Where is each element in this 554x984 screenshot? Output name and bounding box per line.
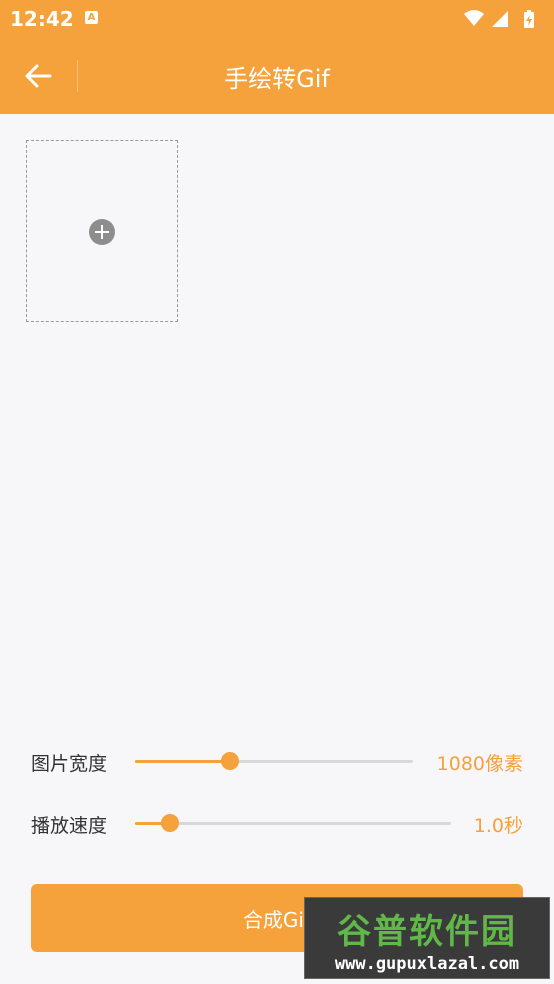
width-label: 图片宽度 (31, 753, 108, 775)
status-bar: 12:42 A (0, 0, 554, 38)
speed-slider-thumb[interactable] (160, 814, 179, 832)
watermark-overlay: 谷普软件园 www.gupuxlazal.com (304, 897, 550, 979)
speed-value: 1.0秒 (473, 815, 523, 837)
signal-icon (492, 11, 508, 27)
watermark-url: www.gupuxlazal.com (334, 954, 520, 974)
width-slider-thumb[interactable] (220, 752, 239, 770)
watermark-logo: 谷普软件园 (337, 912, 517, 952)
width-slider[interactable] (135, 752, 413, 770)
wifi-icon (464, 10, 484, 26)
notification-icon: A (85, 11, 98, 24)
width-value: 1080像素 (436, 753, 523, 775)
status-icons (462, 8, 544, 34)
status-time: 12:42 (10, 7, 74, 31)
plus-circle-icon (89, 219, 115, 245)
width-slider-fill (135, 760, 230, 763)
app-toolbar: 手绘转Gif (0, 38, 554, 114)
battery-icon (524, 10, 534, 28)
page-title: 手绘转Gif (224, 65, 330, 93)
speed-label: 播放速度 (31, 815, 108, 837)
add-image-box[interactable] (26, 140, 178, 322)
speed-slider[interactable] (135, 814, 451, 832)
